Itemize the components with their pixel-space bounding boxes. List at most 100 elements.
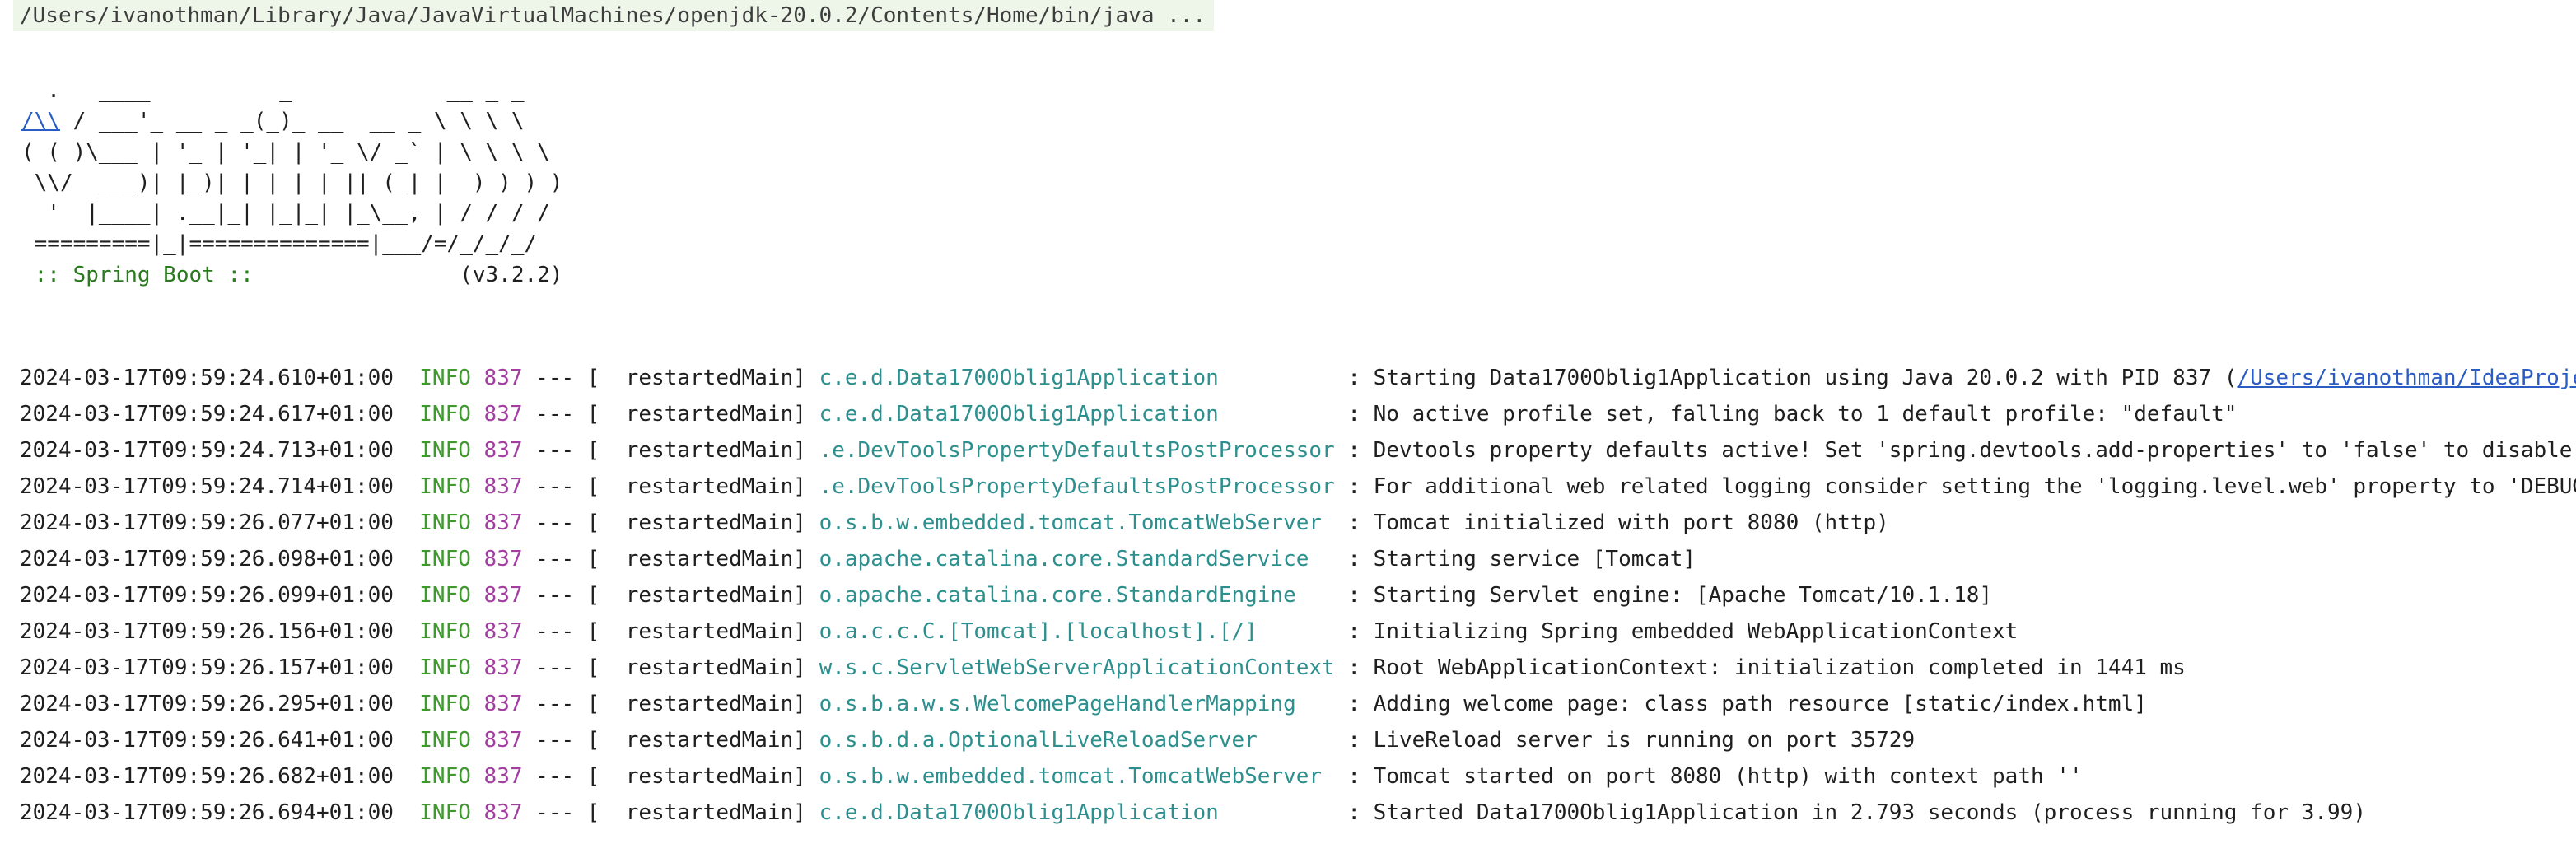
log-thread: restartedMain bbox=[625, 619, 794, 644]
log-thread: restartedMain bbox=[625, 692, 794, 716]
banner-line-6: =========|_|==============|___/=/_/_/_/ bbox=[21, 231, 538, 257]
log-message: Starting service [Tomcat] bbox=[1373, 547, 1696, 571]
log-level: INFO bbox=[419, 547, 471, 571]
log-timestamp: 2024-03-17T09:59:24.617+01:00 bbox=[20, 402, 394, 427]
log-timestamp: 2024-03-17T09:59:26.077+01:00 bbox=[20, 511, 394, 535]
log-level: INFO bbox=[419, 438, 471, 463]
log-message: Started Data1700Oblig1Application in 2.7… bbox=[1373, 800, 2366, 825]
log-row: 2024-03-17T09:59:26.694+01:00 INFO 837 -… bbox=[20, 800, 2366, 825]
log-logger: o.s.b.a.w.s.WelcomePageHandlerMapping bbox=[819, 692, 1335, 716]
log-thread: restartedMain bbox=[625, 511, 794, 535]
log-row: 2024-03-17T09:59:26.157+01:00 INFO 837 -… bbox=[20, 655, 2186, 680]
log-thread: restartedMain bbox=[625, 583, 794, 608]
log-thread: restartedMain bbox=[625, 800, 794, 825]
log-timestamp: 2024-03-17T09:59:26.682+01:00 bbox=[20, 764, 394, 789]
log-level: INFO bbox=[419, 366, 471, 390]
log-row: 2024-03-17T09:59:26.641+01:00 INFO 837 -… bbox=[20, 728, 1916, 753]
log-message: Tomcat started on port 8080 (http) with … bbox=[1373, 764, 2083, 789]
log-pid: 837 bbox=[483, 547, 523, 571]
log-timestamp: 2024-03-17T09:59:26.641+01:00 bbox=[20, 728, 394, 753]
log-timestamp: 2024-03-17T09:59:26.694+01:00 bbox=[20, 800, 394, 825]
log-row: 2024-03-17T09:59:24.714+01:00 INFO 837 -… bbox=[20, 469, 2576, 505]
log-message: Adding welcome page: class path resource… bbox=[1373, 692, 2147, 716]
log-message: LiveReload server is running on port 357… bbox=[1373, 728, 1916, 753]
log-message: Tomcat initialized with port 8080 (http) bbox=[1373, 511, 1889, 535]
log-logger: c.e.d.Data1700Oblig1Application bbox=[819, 366, 1335, 390]
log-output: 2024-03-17T09:59:24.610+01:00 INFO 837 -… bbox=[20, 360, 2576, 831]
log-pid: 837 bbox=[483, 474, 523, 499]
banner-line-1: . ____ _ __ _ _ bbox=[21, 78, 525, 103]
spring-boot-version: (v3.2.2) bbox=[253, 262, 563, 287]
log-logger: .e.DevToolsPropertyDefaultsPostProcessor bbox=[819, 438, 1335, 463]
log-logger: c.e.d.Data1700Oblig1Application bbox=[819, 800, 1335, 825]
log-message: Starting Data1700Oblig1Application using… bbox=[1373, 366, 2238, 390]
log-timestamp: 2024-03-17T09:59:24.714+01:00 bbox=[20, 474, 394, 499]
log-row: 2024-03-17T09:59:24.610+01:00 INFO 837 -… bbox=[20, 360, 2576, 396]
log-level: INFO bbox=[419, 583, 471, 608]
log-level: INFO bbox=[419, 655, 471, 680]
log-pid: 837 bbox=[483, 511, 523, 535]
log-thread: restartedMain bbox=[625, 402, 794, 427]
log-logger: c.e.d.Data1700Oblig1Application bbox=[819, 402, 1335, 427]
log-pid: 837 bbox=[483, 583, 523, 608]
log-timestamp: 2024-03-17T09:59:26.156+01:00 bbox=[20, 619, 394, 644]
log-row: 2024-03-17T09:59:26.099+01:00 INFO 837 -… bbox=[20, 583, 1993, 608]
log-thread: restartedMain bbox=[625, 764, 794, 789]
log-message: Starting Servlet engine: [Apache Tomcat/… bbox=[1373, 583, 1993, 608]
banner-line-3: ( ( )\___ | '_ | '_| | '_ \/ _` | \ \ \ … bbox=[21, 139, 550, 165]
log-message: Devtools property defaults active! Set '… bbox=[1373, 438, 2573, 463]
log-message-link[interactable]: /Users/ivanothman/IdeaProje bbox=[2237, 366, 2576, 390]
log-pid: 837 bbox=[483, 402, 523, 427]
log-logger: o.apache.catalina.core.StandardService bbox=[819, 547, 1335, 571]
log-logger: o.s.b.d.a.OptionalLiveReloadServer bbox=[819, 728, 1335, 753]
log-logger: o.s.b.w.embedded.tomcat.TomcatWebServer bbox=[819, 511, 1335, 535]
log-pid: 837 bbox=[483, 655, 523, 680]
log-thread: restartedMain bbox=[625, 438, 794, 463]
log-timestamp: 2024-03-17T09:59:24.713+01:00 bbox=[20, 438, 394, 463]
log-row: 2024-03-17T09:59:26.156+01:00 INFO 837 -… bbox=[20, 619, 2018, 644]
log-timestamp: 2024-03-17T09:59:26.295+01:00 bbox=[20, 692, 394, 716]
log-pid: 837 bbox=[483, 728, 523, 753]
banner-line-4: \\/ ___)| |_)| | | | | || (_| | ) ) ) ) bbox=[21, 170, 563, 195]
log-logger: o.s.b.w.embedded.tomcat.TomcatWebServer bbox=[819, 764, 1335, 789]
log-logger: .e.DevToolsPropertyDefaultsPostProcessor bbox=[819, 474, 1335, 499]
log-pid: 837 bbox=[483, 619, 523, 644]
log-message: Initializing Spring embedded WebApplicat… bbox=[1373, 619, 2018, 644]
log-message: Root WebApplicationContext: initializati… bbox=[1373, 655, 2186, 680]
log-level: INFO bbox=[419, 402, 471, 427]
log-row: 2024-03-17T09:59:26.295+01:00 INFO 837 -… bbox=[20, 692, 2147, 716]
log-level: INFO bbox=[419, 800, 471, 825]
run-console[interactable]: /Users/ivanothman/Library/Java/JavaVirtu… bbox=[0, 0, 2576, 858]
log-logger: w.s.c.ServletWebServerApplicationContext bbox=[819, 655, 1335, 680]
log-thread: restartedMain bbox=[625, 547, 794, 571]
log-pid: 837 bbox=[483, 800, 523, 825]
java-command-line[interactable]: /Users/ivanothman/Library/Java/JavaVirtu… bbox=[13, 0, 1215, 31]
log-pid: 837 bbox=[483, 438, 523, 463]
log-timestamp: 2024-03-17T09:59:24.610+01:00 bbox=[20, 366, 394, 390]
log-level: INFO bbox=[419, 511, 471, 535]
log-thread: restartedMain bbox=[625, 366, 794, 390]
log-row: 2024-03-17T09:59:26.077+01:00 INFO 837 -… bbox=[20, 511, 1889, 535]
log-thread: restartedMain bbox=[625, 655, 794, 680]
log-pid: 837 bbox=[483, 692, 523, 716]
log-logger: o.apache.catalina.core.StandardEngine bbox=[819, 583, 1335, 608]
banner-link[interactable]: /\\ bbox=[21, 109, 60, 133]
log-level: INFO bbox=[419, 619, 471, 644]
log-row: 2024-03-17T09:59:26.682+01:00 INFO 837 -… bbox=[20, 764, 2083, 789]
log-timestamp: 2024-03-17T09:59:26.098+01:00 bbox=[20, 547, 394, 571]
log-thread: restartedMain bbox=[625, 474, 794, 499]
log-timestamp: 2024-03-17T09:59:26.157+01:00 bbox=[20, 655, 394, 680]
log-logger: o.a.c.c.C.[Tomcat].[localhost].[/] bbox=[819, 619, 1335, 644]
log-message: For additional web related logging consi… bbox=[1373, 474, 2576, 499]
banner-line-5: ' |____| .__|_| |_|_| |_\__, | / / / / bbox=[21, 201, 550, 226]
log-level: INFO bbox=[419, 474, 471, 499]
banner-line-2: / ___'_ __ _ _(_)_ __ __ _ \ \ \ \ bbox=[59, 109, 525, 134]
log-timestamp: 2024-03-17T09:59:26.099+01:00 bbox=[20, 583, 394, 608]
log-level: INFO bbox=[419, 728, 471, 753]
log-pid: 837 bbox=[483, 366, 523, 390]
log-level: INFO bbox=[419, 764, 471, 789]
log-pid: 837 bbox=[483, 764, 523, 789]
log-level: INFO bbox=[419, 692, 471, 716]
log-row: 2024-03-17T09:59:26.098+01:00 INFO 837 -… bbox=[20, 547, 1696, 571]
spring-boot-banner: . ____ _ __ _ _ /\\ / ___'_ __ _ _(_)_ _… bbox=[21, 76, 562, 291]
